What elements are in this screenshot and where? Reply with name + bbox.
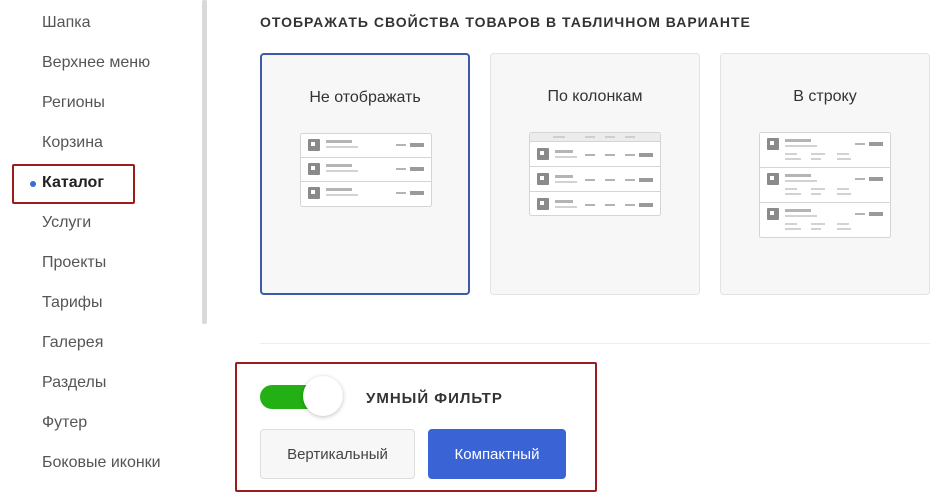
option-label: В строку (793, 88, 857, 105)
option-label: По колонкам (547, 88, 643, 105)
sidebar-item-regions[interactable]: Регионы (42, 93, 105, 113)
sidebar-item-catalog[interactable]: Каталог (42, 173, 104, 193)
option-card-by-columns[interactable]: По колонкам (490, 53, 700, 295)
sidebar-item-projects[interactable]: Проекты (42, 253, 106, 273)
active-dot-icon (30, 181, 36, 187)
sidebar-item-tariffs[interactable]: Тарифы (42, 293, 102, 313)
option-label: Не отображать (309, 89, 421, 106)
filter-vertical-button[interactable]: Вертикальный (260, 429, 415, 479)
smart-filter-title: УМНЫЙ ФИЛЬТР (366, 390, 503, 407)
sidebar-item-header[interactable]: Шапка (42, 13, 90, 33)
table-no-props-icon (300, 133, 432, 207)
table-row-icon (759, 132, 891, 238)
toggle-knob[interactable] (303, 376, 343, 416)
option-card-no-display[interactable]: Не отображать (260, 53, 470, 295)
settings-sidebar: Шапка Верхнее меню Регионы Корзина Катал… (0, 0, 210, 497)
filter-compact-button[interactable]: Компактный (428, 429, 566, 479)
section-divider (260, 343, 930, 344)
option-card-in-row[interactable]: В строку (720, 53, 930, 295)
table-columns-icon (529, 132, 661, 216)
sidebar-item-sections[interactable]: Разделы (42, 373, 106, 393)
sidebar-item-footer[interactable]: Футер (42, 413, 87, 433)
sidebar-item-services[interactable]: Услуги (42, 213, 91, 233)
sidebar-item-top-menu[interactable]: Верхнее меню (42, 53, 150, 73)
sidebar-item-gallery[interactable]: Галерея (42, 333, 103, 353)
sidebar-item-side-icons[interactable]: Боковые иконки (42, 453, 161, 473)
sidebar-scrollbar[interactable] (202, 0, 207, 324)
sidebar-item-cart[interactable]: Корзина (42, 133, 103, 153)
section-title: ОТОБРАЖАТЬ СВОЙСТВА ТОВАРОВ В ТАБЛИЧНОМ … (260, 14, 751, 30)
